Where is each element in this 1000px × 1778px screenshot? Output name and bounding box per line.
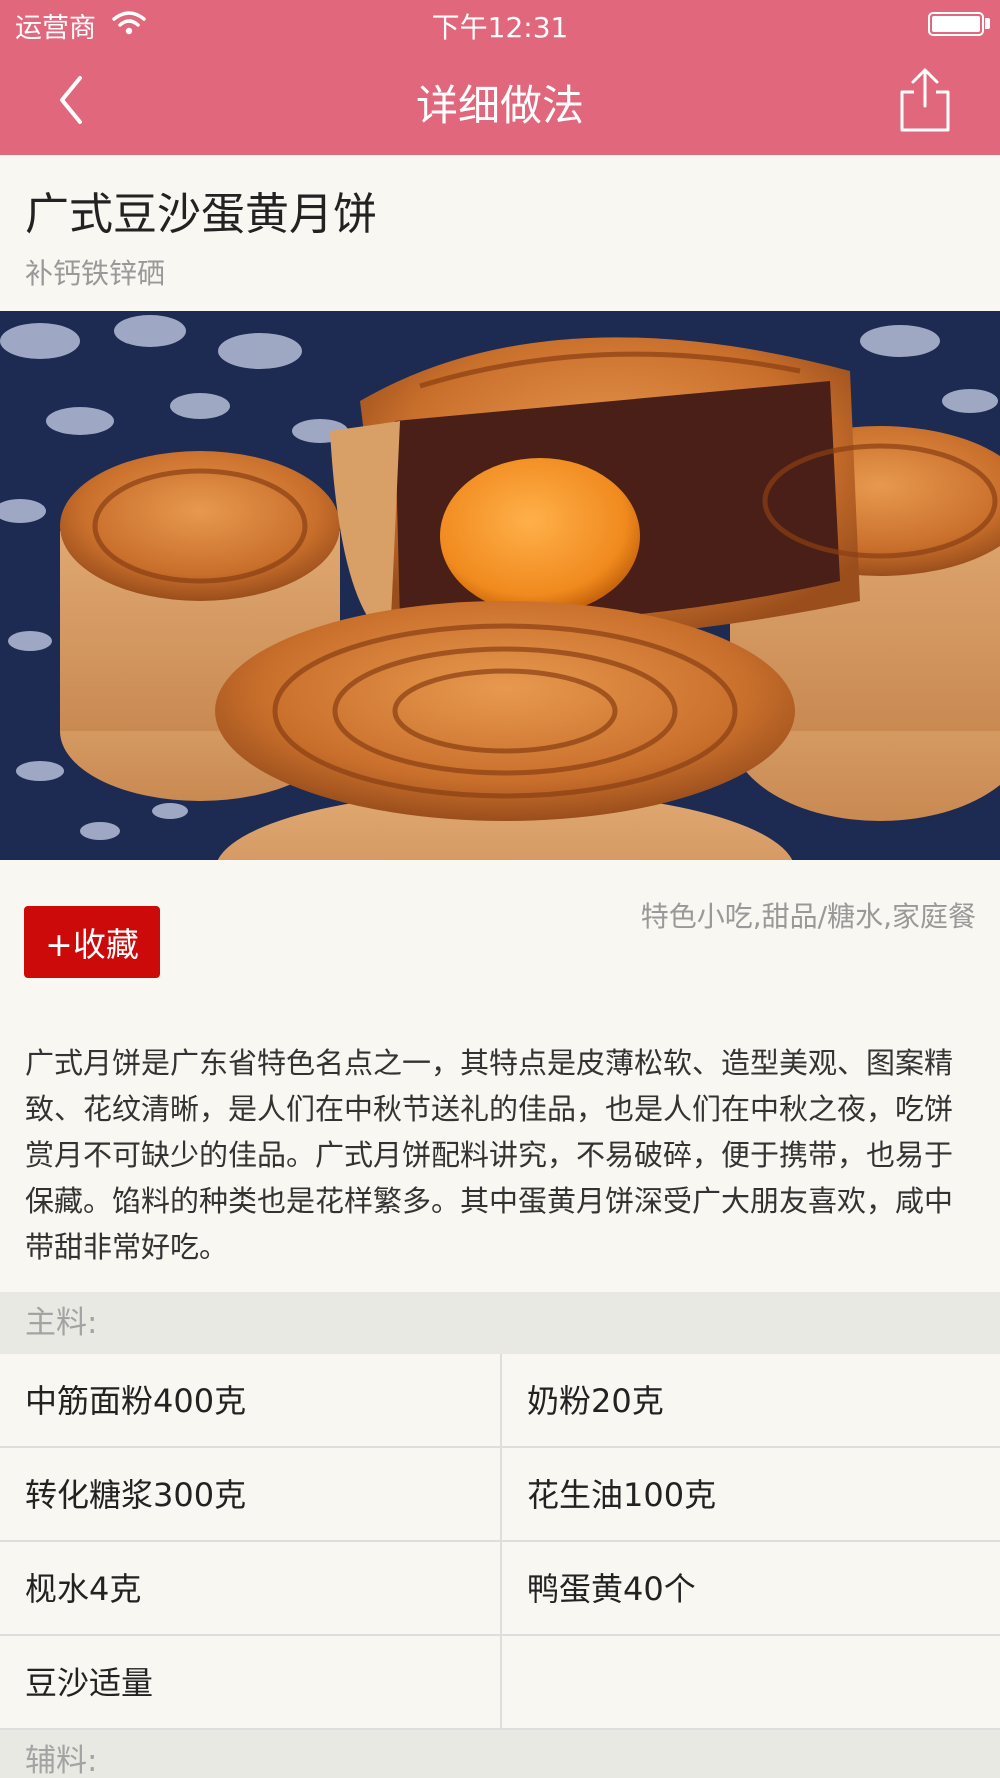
ingredient-cell: 豆沙适量 bbox=[25, 1664, 154, 1702]
ingredient-row: 中筋面粉400克 奶粉20克 bbox=[0, 1354, 1000, 1448]
main-ingredients-header: 主料: bbox=[0, 1292, 1000, 1354]
ingredient-cell: 中筋面粉400克 bbox=[25, 1382, 247, 1420]
ingredient-cell: 转化糖浆300克 bbox=[25, 1476, 247, 1514]
ingredient-row: 豆沙适量 bbox=[0, 1636, 1000, 1730]
favorite-button[interactable]: +收藏 bbox=[24, 906, 160, 978]
ingredient-cell: 花生油100克 bbox=[500, 1448, 1000, 1542]
recipe-detail-screen: 运营商 下午12:31 详细做法 广式豆沙蛋黄月饼 补钙铁锌硒 +收藏 特色小吃… bbox=[0, 0, 1000, 1778]
share-icon bbox=[900, 68, 950, 132]
mooncake-image bbox=[0, 311, 1000, 860]
ingredient-row: 枧水4克 鸭蛋黄40个 bbox=[0, 1542, 1000, 1636]
ingredient-cell: 枧水4克 bbox=[25, 1570, 142, 1608]
battery-tip bbox=[985, 18, 990, 29]
status-time: 下午12:31 bbox=[431, 11, 569, 44]
navigation-bar: 运营商 下午12:31 详细做法 bbox=[0, 0, 1000, 155]
ingredient-row: 转化糖浆300克 花生油100克 bbox=[0, 1448, 1000, 1542]
ingredient-cell: 奶粉20克 bbox=[500, 1354, 1000, 1448]
recipe-subtitle: 补钙铁锌硒 bbox=[25, 257, 166, 290]
secondary-ingredients-header: 辅料: bbox=[0, 1730, 1000, 1778]
recipe-tags: 特色小吃,甜品/糖水,家庭餐 bbox=[640, 900, 976, 933]
main-ingredients-table: 中筋面粉400克 奶粉20克 转化糖浆300克 花生油100克 枧水4克 鸭蛋黄… bbox=[0, 1354, 1000, 1730]
page-title: 详细做法 bbox=[415, 81, 584, 130]
status-bar: 运营商 下午12:31 bbox=[0, 0, 1000, 50]
ingredient-cell bbox=[500, 1636, 1000, 1730]
recipe-title: 广式豆沙蛋黄月饼 bbox=[25, 189, 377, 240]
ingredient-cell: 鸭蛋黄40个 bbox=[500, 1542, 1000, 1636]
share-button[interactable] bbox=[894, 66, 956, 134]
battery-icon bbox=[928, 12, 984, 36]
recipe-image bbox=[0, 311, 1000, 860]
recipe-description: 广式月饼是广东省特色名点之一，其特点是皮薄松软、造型美观、图案精致、花纹清晰，是… bbox=[25, 1046, 954, 1264]
